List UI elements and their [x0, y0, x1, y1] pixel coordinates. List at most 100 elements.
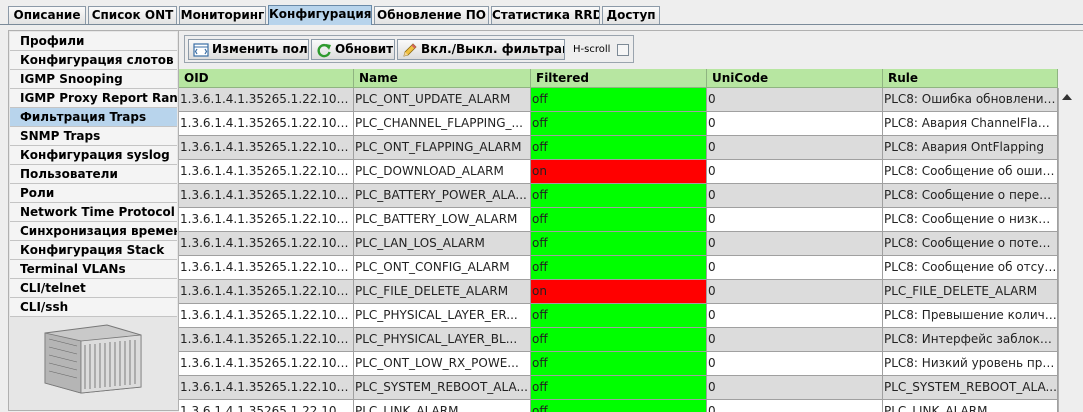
device-chassis-icon [44, 324, 142, 394]
vertical-scrollbar[interactable] [1058, 88, 1074, 412]
cell-unicode: 0 [707, 136, 883, 160]
column-header[interactable]: UniCode [707, 69, 883, 88]
refresh-button[interactable]: Обновить [311, 39, 395, 60]
hscroll-label: H-scroll [573, 44, 611, 55]
sidebar-item[interactable]: CLI/ssh [10, 298, 177, 317]
sidebar-item[interactable]: Фильтрация Traps [10, 108, 177, 127]
cell-rule: PLC8: Интерфейс заблокир... [883, 328, 1058, 352]
table-row[interactable]: 1.3.6.1.4.1.35265.1.22.100.3.28PLC_ONT_L… [179, 352, 1058, 376]
cell-filtered: off [531, 232, 707, 256]
cell-unicode: 0 [707, 112, 883, 136]
tab-1[interactable]: Список ONT [88, 6, 177, 24]
table-header: OID Name Filtered UniCode Rule [179, 69, 1058, 88]
tab-5[interactable]: Статистика RRD [491, 6, 600, 24]
cell-unicode: 0 [707, 304, 883, 328]
column-header[interactable]: Rule [883, 69, 1058, 88]
toolbar: Изменить поля Обновить Вкл./Выкл. фильтр… [184, 35, 634, 63]
table-columns-icon [193, 43, 209, 57]
cell-unicode: 0 [707, 400, 883, 412]
cell-rule: PLC_LINK_ALARM [883, 400, 1058, 412]
cell-rule: PLC_FILE_DELETE_ALARM [883, 280, 1058, 304]
cell-filtered: off [531, 304, 707, 328]
cell-rule: PLC8: Ошибка обновления ... [883, 88, 1058, 112]
cell-oid: 1.3.6.1.4.1.35265.1.22.100.3 [179, 400, 354, 412]
cell-filtered: off [531, 376, 707, 400]
sidebar-item[interactable]: Конфигурация Stack [10, 241, 177, 260]
table-row[interactable]: 1.3.6.1.4.1.35265.1.22.100.3.24PLC_ONT_C… [179, 256, 1058, 280]
sidebar-item[interactable]: Network Time Protocol [10, 203, 177, 222]
cell-unicode: 0 [707, 328, 883, 352]
cell-rule: PLC8: Низкий уровень прие... [883, 352, 1058, 376]
cell-name: PLC_ONT_CONFIG_ALARM [354, 256, 531, 280]
sidebar-item[interactable]: Конфигурация слотов [10, 51, 177, 70]
cell-oid: 1.3.6.1.4.1.35265.1.22.100.3.20 [179, 160, 354, 184]
cell-filtered: off [531, 256, 707, 280]
cell-rule: PLC_SYSTEM_REBOOT_ALA... [883, 376, 1058, 400]
column-header[interactable]: Filtered [531, 69, 707, 88]
table-row[interactable]: 1.3.6.1.4.1.35265.1.22.100.3.18PLC_CHANN… [179, 112, 1058, 136]
table-row[interactable]: 1.3.6.1.4.1.35265.1.22.100.3.26PLC_PHYSI… [179, 304, 1058, 328]
cell-unicode: 0 [707, 184, 883, 208]
tab-3[interactable]: Конфигурация [268, 5, 372, 25]
sidebar-item[interactable]: Синхронизация времени [10, 222, 177, 241]
cell-filtered: off [531, 208, 707, 232]
cell-filtered: on [531, 280, 707, 304]
traps-filter-panel: Изменить поля Обновить Вкл./Выкл. фильтр… [179, 30, 1083, 412]
table-row[interactable]: 1.3.6.1.4.1.35265.1.22.100.3.25PLC_FILE_… [179, 280, 1058, 304]
table-row[interactable]: 1.3.6.1.4.1.35265.1.22.100.3.21PLC_BATTE… [179, 184, 1058, 208]
sidebar-item[interactable]: Профили [10, 32, 177, 51]
column-header[interactable]: OID [179, 69, 354, 88]
cell-oid: 1.3.6.1.4.1.35265.1.22.100.3.22 [179, 208, 354, 232]
tab-2[interactable]: Мониторинг [179, 6, 266, 24]
cell-oid: 1.3.6.1.4.1.35265.1.22.100.3.18 [179, 112, 354, 136]
cell-unicode: 0 [707, 232, 883, 256]
cell-filtered: off [531, 136, 707, 160]
toggle-filter-button[interactable]: Вкл./Выкл. фильтрацию [397, 39, 565, 60]
cell-filtered: off [531, 88, 707, 112]
tab-4[interactable]: Обновление ПО [374, 6, 489, 24]
tab-0[interactable]: Описание [8, 6, 86, 24]
table-row[interactable]: 1.3.6.1.4.1.35265.1.22.100.3.17PLC_ONT_U… [179, 88, 1058, 112]
cell-oid: 1.3.6.1.4.1.35265.1.22.100.3.21 [179, 184, 354, 208]
cell-oid: 1.3.6.1.4.1.35265.1.22.100.3.29 [179, 376, 354, 400]
cell-name: PLC_BATTERY_POWER_ALA... [354, 184, 531, 208]
cell-name: PLC_DOWNLOAD_ALARM [354, 160, 531, 184]
scroll-up-arrow-icon[interactable] [1062, 94, 1072, 100]
cell-oid: 1.3.6.1.4.1.35265.1.22.100.3.28 [179, 352, 354, 376]
cell-name: PLC_SYSTEM_REBOOT_ALA... [354, 376, 531, 400]
sidebar-item[interactable]: Роли [10, 184, 177, 203]
column-header[interactable]: Name [354, 69, 531, 88]
sidebar-item[interactable]: IGMP Snooping [10, 70, 177, 89]
cell-name: PLC_FILE_DELETE_ALARM [354, 280, 531, 304]
cell-filtered: off [531, 328, 707, 352]
table-row[interactable]: 1.3.6.1.4.1.35265.1.22.100.3.23PLC_LAN_L… [179, 232, 1058, 256]
cell-name: PLC_PHYSICAL_LAYER_BL... [354, 328, 531, 352]
table-row[interactable]: 1.3.6.1.4.1.35265.1.22.100.3.29PLC_SYSTE… [179, 376, 1058, 400]
sidebar-item[interactable]: CLI/telnet [10, 279, 177, 298]
tab-6[interactable]: Доступ [602, 6, 660, 24]
cell-unicode: 0 [707, 376, 883, 400]
table-row[interactable]: 1.3.6.1.4.1.35265.1.22.100.3 PLC_LINK_ALA… [179, 400, 1058, 412]
hscroll-checkbox[interactable] [617, 44, 629, 56]
table-row[interactable]: 1.3.6.1.4.1.35265.1.22.100.3.22PLC_BATTE… [179, 208, 1058, 232]
sidebar-item[interactable]: Конфигурация syslog [10, 146, 177, 165]
table-row[interactable]: 1.3.6.1.4.1.35265.1.22.100.3.20PLC_DOWNL… [179, 160, 1058, 184]
sidebar-item[interactable]: IGMP Proxy Report Range [10, 89, 177, 108]
cell-rule: PLC8: Авария OntFlapping [883, 136, 1058, 160]
table-row[interactable]: 1.3.6.1.4.1.35265.1.22.100.3.27PLC_PHYSI… [179, 328, 1058, 352]
edit-fields-button[interactable]: Изменить поля [188, 39, 309, 60]
cell-name: PLC_ONT_LOW_RX_POWE... [354, 352, 531, 376]
cell-unicode: 0 [707, 88, 883, 112]
cell-oid: 1.3.6.1.4.1.35265.1.22.100.3.23 [179, 232, 354, 256]
sidebar-item[interactable]: Пользователи [10, 165, 177, 184]
cell-rule: PLC8: Авария ChannelFlappi... [883, 112, 1058, 136]
sidebar-item[interactable]: SNMP Traps [10, 127, 177, 146]
cell-oid: 1.3.6.1.4.1.35265.1.22.100.3.24 [179, 256, 354, 280]
cell-oid: 1.3.6.1.4.1.35265.1.22.100.3.26 [179, 304, 354, 328]
sidebar-item[interactable]: Terminal VLANs [10, 260, 177, 279]
cell-oid: 1.3.6.1.4.1.35265.1.22.100.3.19 [179, 136, 354, 160]
cell-filtered: off [531, 400, 707, 412]
cell-unicode: 0 [707, 280, 883, 304]
table-row[interactable]: 1.3.6.1.4.1.35265.1.22.100.3.19PLC_ONT_F… [179, 136, 1058, 160]
config-sidebar: Профили Конфигурация слотов IGMP Snooping I… [8, 30, 179, 411]
